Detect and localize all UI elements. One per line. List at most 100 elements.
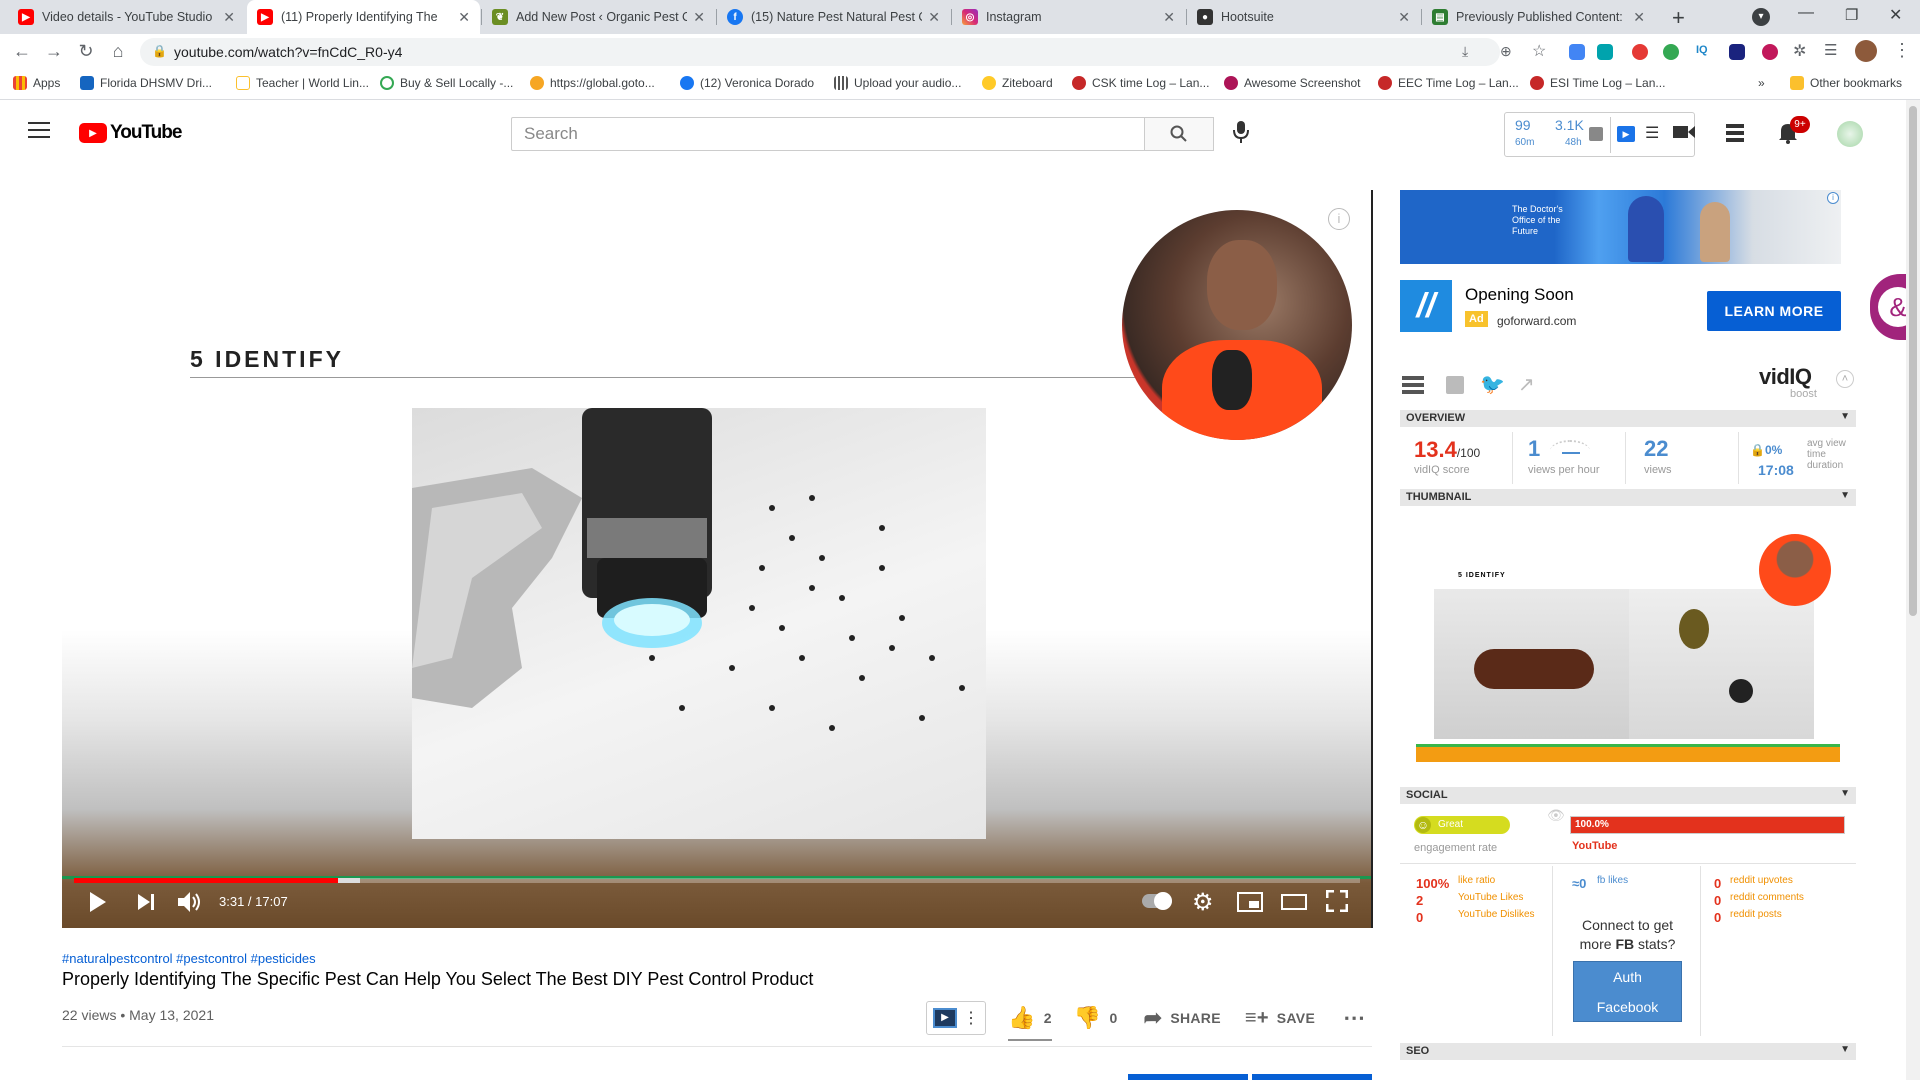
window-close-button[interactable]: ✕ <box>1889 5 1902 25</box>
tab-add-new-post[interactable]: ❦ Add New Post ‹ Organic Pest Co ✕ <box>482 0 715 34</box>
bookmark-other[interactable]: Other bookmarks <box>1790 76 1902 90</box>
seo-header[interactable]: SEO ▼ <box>1400 1043 1856 1060</box>
youtube-logo[interactable]: ▶ YouTube <box>79 122 182 144</box>
fullscreen-icon[interactable] <box>1325 889 1349 917</box>
close-icon[interactable]: ✕ <box>928 9 940 26</box>
next-button[interactable] <box>138 894 154 915</box>
trending-icon[interactable]: ↗ <box>1518 372 1535 397</box>
tab-facebook[interactable]: f (15) Nature Pest Natural Pest Co ✕ <box>717 0 950 34</box>
restore-button[interactable]: ❐ <box>1845 6 1858 24</box>
autoplay-toggle[interactable] <box>1142 892 1172 910</box>
video-thumbnail-preview[interactable]: 5 IDENTIFY <box>1434 529 1834 757</box>
save-button[interactable]: ≡+ SAVE <box>1245 1007 1315 1030</box>
close-icon[interactable]: ✕ <box>1163 9 1175 26</box>
extension-icon[interactable] <box>1729 44 1745 60</box>
vidiq-play-icon[interactable]: ▶ <box>1617 126 1635 142</box>
social-header[interactable]: SOCIAL ▼ <box>1400 787 1856 804</box>
home-icon[interactable]: ⌂ <box>106 41 130 62</box>
bookmark-florida-dhsmv[interactable]: Florida DHSMV Dri... <box>80 76 212 90</box>
reload-icon[interactable]: ↻ <box>74 41 98 62</box>
info-icon[interactable]: i <box>1328 208 1350 230</box>
bookmark-ziteboard[interactable]: Ziteboard <box>982 76 1053 90</box>
learn-more-button[interactable]: LEARN MORE <box>1707 291 1841 331</box>
collapse-icon[interactable]: ˄ <box>1836 370 1854 388</box>
theater-mode-icon[interactable] <box>1281 894 1307 910</box>
bookmark-apps[interactable]: Apps <box>13 76 60 90</box>
new-tab-button[interactable]: + <box>1672 5 1685 31</box>
video-hashtags[interactable]: #naturalpestcontrol #pestcontrol #pestic… <box>62 951 316 966</box>
extension-icon[interactable] <box>1597 44 1613 60</box>
forward-icon[interactable]: → <box>42 41 66 62</box>
share-button[interactable]: ➦ SHARE <box>1144 1005 1221 1031</box>
close-icon[interactable]: ✕ <box>1398 9 1410 26</box>
bookmark-awesome-screenshot[interactable]: Awesome Screenshot <box>1224 76 1361 90</box>
bookmark-esi-time-log[interactable]: ESI Time Log – Lan... <box>1530 76 1665 90</box>
minimize-button[interactable]: — <box>1798 4 1814 22</box>
vidiq-extension-icon[interactable]: IQ <box>1696 44 1712 60</box>
play-button[interactable] <box>90 892 106 917</box>
bookmark-buy-sell[interactable]: Buy & Sell Locally -... <box>380 76 513 90</box>
auth-facebook-button[interactable]: Auth Facebook <box>1573 961 1682 1022</box>
search-button[interactable] <box>1144 117 1214 151</box>
bookmark-eec-time-log[interactable]: EEC Time Log – Lan... <box>1378 76 1519 90</box>
bookmark-teacher[interactable]: Teacher | World Lin... <box>236 76 369 90</box>
analytics-button-edge[interactable] <box>1252 1074 1372 1080</box>
create-video-icon[interactable] <box>1673 124 1695 145</box>
bookmark-csk-time-log[interactable]: CSK time Log – Lan... <box>1072 76 1209 90</box>
bookmark-upload-audio[interactable]: Upload your audio... <box>834 76 961 90</box>
vidiq-header-stats[interactable]: 99 60m 3.1K 48h ▶ ☰ <box>1504 112 1695 157</box>
tab-instagram[interactable]: ◎ Instagram ✕ <box>952 0 1185 34</box>
profile-avatar[interactable] <box>1855 40 1877 62</box>
vidiq-action-button[interactable]: ▶ ⋮ <box>926 1001 986 1035</box>
more-actions-icon[interactable]: ⋯ <box>1343 1005 1365 1031</box>
hamburger-menu-icon[interactable] <box>28 122 50 138</box>
twitter-icon[interactable]: 🐦 <box>1480 372 1505 397</box>
menu-icon[interactable]: ⋮ <box>1893 40 1911 61</box>
bookmark-star-icon[interactable]: ☆ <box>1532 41 1546 61</box>
ad-info-icon[interactable]: i <box>1827 192 1839 204</box>
miniplayer-icon[interactable] <box>1237 892 1263 912</box>
list-icon[interactable]: ☰ <box>1645 123 1659 143</box>
tab-youtube-studio[interactable]: ▶ Video details - YouTube Studio ✕ <box>8 0 245 34</box>
thumbnail-header[interactable]: THUMBNAIL ▼ <box>1400 489 1856 506</box>
tab-hootsuite[interactable]: ● Hootsuite ✕ <box>1187 0 1420 34</box>
dislike-button[interactable]: 👎 0 <box>1074 1005 1118 1031</box>
extension-icon[interactable] <box>1663 44 1679 60</box>
grid-view-icon[interactable] <box>1402 376 1424 394</box>
video-player[interactable]: 5 IDENTIFY i 3:31 / 17:07 ⚙ <box>62 190 1372 928</box>
puzzle-icon[interactable]: ✲ <box>1793 41 1806 61</box>
ad-card[interactable]: The Doctor's Office of the Future i // O… <box>1400 190 1841 346</box>
extension-icon[interactable] <box>1762 44 1778 60</box>
close-icon[interactable]: ✕ <box>223 9 235 26</box>
subscribe-button-edge[interactable] <box>1128 1074 1248 1080</box>
microphone-icon[interactable] <box>1232 120 1250 149</box>
extension-icon[interactable] <box>1569 44 1585 60</box>
close-icon[interactable]: ✕ <box>1633 9 1645 26</box>
channel-avatar[interactable] <box>1837 121 1863 147</box>
close-icon[interactable]: ✕ <box>458 9 470 26</box>
address-bar[interactable]: 🔒 youtube.com/watch?v=fnCdC_R0-y4 ⤓ ⊕ ☆ <box>140 38 1546 66</box>
eye-icon[interactable]: 👁 <box>1547 807 1565 824</box>
back-icon[interactable]: ← <box>10 41 34 62</box>
like-button[interactable]: 👍 2 <box>1008 1005 1052 1041</box>
settings-gear-icon[interactable]: ⚙ <box>1192 888 1214 917</box>
tab-previously-published[interactable]: ▤ Previously Published Content: Li ✕ <box>1422 0 1655 34</box>
volume-button[interactable] <box>178 892 202 917</box>
tab-youtube-watch[interactable]: ▶ (11) Properly Identifying The ✕ <box>247 0 480 34</box>
chart-icon[interactable] <box>1589 127 1603 141</box>
bar-chart-icon[interactable] <box>1446 376 1464 394</box>
vidiq-logo[interactable]: vidIQ <box>1759 364 1812 390</box>
bookmarks-overflow-icon[interactable]: » <box>1758 76 1765 90</box>
bookmark-goto[interactable]: https://global.goto... <box>530 76 655 90</box>
record-extension-icon[interactable] <box>1632 44 1648 60</box>
install-icon[interactable]: ⤓ <box>1462 43 1468 60</box>
overview-header[interactable]: OVERVIEW ▼ <box>1400 410 1856 427</box>
reading-list-icon[interactable]: ☰ <box>1824 41 1837 59</box>
apps-grid-icon[interactable] <box>1726 124 1744 142</box>
zoom-icon[interactable]: ⊕ <box>1500 43 1512 60</box>
bookmark-veronica[interactable]: (12) Veronica Dorado <box>680 76 814 90</box>
tab-search-icon[interactable]: ▾ <box>1752 8 1770 26</box>
search-input[interactable]: Search <box>511 117 1145 151</box>
ad-banner-image[interactable]: The Doctor's Office of the Future i <box>1400 190 1841 264</box>
scrollbar-thumb[interactable] <box>1909 106 1917 616</box>
